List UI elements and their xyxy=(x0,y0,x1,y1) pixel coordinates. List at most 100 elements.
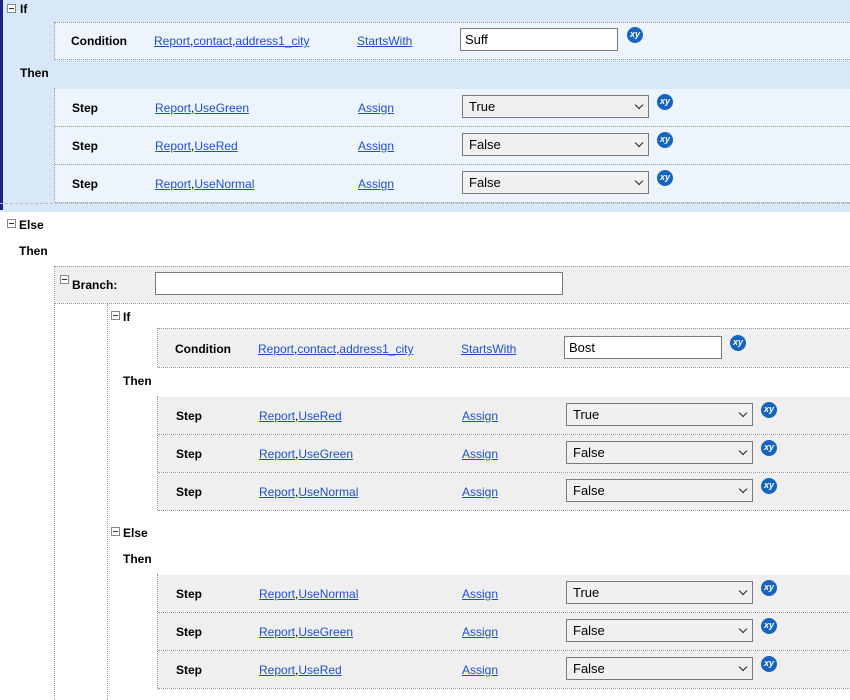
outer-condition-value-input[interactable]: Suff xyxy=(460,28,618,51)
inner-condition-value-input[interactable]: Bost xyxy=(564,336,722,359)
field-part-name[interactable]: UseRed xyxy=(298,409,341,423)
outer-condition-label: Condition xyxy=(71,34,127,48)
field-part-city[interactable]: address1_city xyxy=(339,342,413,356)
field-part-name[interactable]: UseRed xyxy=(298,663,341,677)
field-part-report[interactable]: Report xyxy=(154,34,190,48)
chevron-down-icon xyxy=(738,662,748,672)
field-part-name[interactable]: UseGreen xyxy=(298,625,353,639)
chevron-down-icon xyxy=(738,624,748,634)
step-label: Step xyxy=(176,587,203,601)
field-part-contact[interactable]: contact xyxy=(297,342,336,356)
field-part-name[interactable]: UseNormal xyxy=(298,485,358,499)
field-part-contact[interactable]: contact xyxy=(193,34,232,48)
selected-value: False xyxy=(573,623,605,638)
step-operator[interactable]: Assign xyxy=(358,101,394,115)
field-part-report[interactable]: Report xyxy=(155,101,191,115)
step-operator[interactable]: Assign xyxy=(462,409,498,423)
step-label: Step xyxy=(176,485,203,499)
field-part-report[interactable]: Report xyxy=(259,447,295,461)
selected-value: False xyxy=(469,137,501,152)
inner-else-then-label: Then xyxy=(123,552,152,566)
step-value-select[interactable]: True xyxy=(566,403,753,426)
field-part-name[interactable]: UseNormal xyxy=(298,587,358,601)
selected-value: True xyxy=(573,585,600,600)
inner-condition-variable-icon[interactable]: xy xyxy=(730,335,746,351)
field-part-report[interactable]: Report xyxy=(259,625,295,639)
step-variable-icon[interactable]: xy xyxy=(761,478,777,494)
inner-condition-label: Condition xyxy=(175,342,231,356)
step-operator[interactable]: Assign xyxy=(462,625,498,639)
selected-value: True xyxy=(469,99,496,114)
step-label: Step xyxy=(72,177,99,191)
outer-if-label: If xyxy=(20,2,28,16)
field-part-report[interactable]: Report xyxy=(258,342,294,356)
step-value-select[interactable]: False xyxy=(566,619,753,642)
field-part-report[interactable]: Report xyxy=(155,139,191,153)
step-operator[interactable]: Assign xyxy=(358,177,394,191)
outer-else-label: Else xyxy=(19,218,44,232)
step-variable-icon[interactable]: xy xyxy=(761,618,777,634)
selection-bar xyxy=(0,0,3,210)
inner-condition-operator[interactable]: StartsWith xyxy=(461,342,516,356)
step-field: Report,UseNormal xyxy=(259,587,359,601)
outer-else-collapse-icon[interactable] xyxy=(7,219,16,228)
step-field: Report,UseRed xyxy=(259,663,342,677)
outer-condition-operator[interactable]: StartsWith xyxy=(357,34,412,48)
selected-value: False xyxy=(573,483,605,498)
step-variable-icon[interactable]: xy xyxy=(657,94,673,110)
chevron-down-icon xyxy=(738,586,748,596)
step-value-select[interactable]: False xyxy=(566,479,753,502)
step-field: Report,UseRed xyxy=(259,409,342,423)
step-operator[interactable]: Assign xyxy=(358,139,394,153)
field-part-report[interactable]: Report xyxy=(259,663,295,677)
step-field: Report,UseNormal xyxy=(259,485,359,499)
inner-if-collapse-icon[interactable] xyxy=(111,311,120,320)
outer-condition-variable-icon[interactable]: xy xyxy=(627,27,643,43)
chevron-down-icon xyxy=(738,408,748,418)
field-part-name[interactable]: UseRed xyxy=(194,139,237,153)
step-value-select[interactable]: True xyxy=(462,95,649,118)
field-part-name[interactable]: UseNormal xyxy=(194,177,254,191)
step-field: Report,UseGreen xyxy=(259,447,354,461)
inner-else-collapse-icon[interactable] xyxy=(111,527,120,536)
chevron-down-icon xyxy=(634,138,644,148)
selected-value: True xyxy=(573,407,600,422)
step-field: Report,UseNormal xyxy=(155,177,255,191)
step-operator[interactable]: Assign xyxy=(462,663,498,677)
outer-if-collapse-icon[interactable] xyxy=(7,4,16,13)
step-label: Step xyxy=(176,447,203,461)
step-variable-icon[interactable]: xy xyxy=(761,440,777,456)
step-variable-icon[interactable]: xy xyxy=(657,132,673,148)
step-operator[interactable]: Assign xyxy=(462,485,498,499)
field-part-name[interactable]: UseGreen xyxy=(298,447,353,461)
chevron-down-icon xyxy=(634,176,644,186)
branch-label: Branch: xyxy=(72,278,118,292)
step-operator[interactable]: Assign xyxy=(462,587,498,601)
selected-value: False xyxy=(573,445,605,460)
step-operator[interactable]: Assign xyxy=(462,447,498,461)
step-field: Report,UseGreen xyxy=(155,101,250,115)
step-value-select[interactable]: False xyxy=(462,133,649,156)
selected-value: False xyxy=(573,661,605,676)
step-variable-icon[interactable]: xy xyxy=(761,402,777,418)
inner-if-label: If xyxy=(123,310,131,324)
field-part-report[interactable]: Report xyxy=(259,409,295,423)
field-part-report[interactable]: Report xyxy=(259,485,295,499)
branch-name-input[interactable] xyxy=(155,272,563,295)
chevron-down-icon xyxy=(634,100,644,110)
field-part-city[interactable]: address1_city xyxy=(235,34,309,48)
step-variable-icon[interactable]: xy xyxy=(657,170,673,186)
step-value-select[interactable]: True xyxy=(566,581,753,604)
step-value-select[interactable]: False xyxy=(566,441,753,464)
step-value-select[interactable]: False xyxy=(566,657,753,680)
branch-collapse-icon[interactable] xyxy=(60,275,69,284)
step-value-select[interactable]: False xyxy=(462,171,649,194)
step-variable-icon[interactable]: xy xyxy=(761,580,777,596)
field-part-report[interactable]: Report xyxy=(259,587,295,601)
selected-value: False xyxy=(469,175,501,190)
step-variable-icon[interactable]: xy xyxy=(761,656,777,672)
step-label: Step xyxy=(72,139,99,153)
field-part-name[interactable]: UseGreen xyxy=(194,101,249,115)
field-part-report[interactable]: Report xyxy=(155,177,191,191)
inner-condition-field: Report,contact,address1_city xyxy=(258,342,414,356)
